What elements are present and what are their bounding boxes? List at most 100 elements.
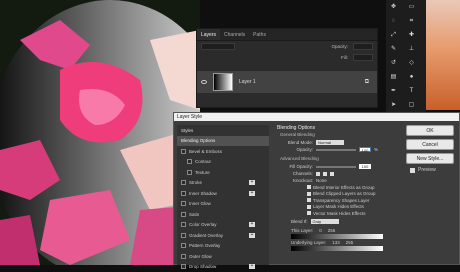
lasso-tool-icon[interactable]: ◌ <box>390 18 397 24</box>
channel-b-checkbox[interactable] <box>330 172 334 176</box>
style-item[interactable]: Bevel & Emboss <box>177 146 269 157</box>
knockout-row: Knockout: None <box>277 177 401 184</box>
new-style-button[interactable]: New Style... <box>406 153 454 164</box>
fill-opacity-slider[interactable] <box>316 166 356 168</box>
underlying-layer-gradient-slider[interactable] <box>291 246 383 251</box>
opacity-input[interactable]: 100 <box>359 147 371 152</box>
move-tool-icon[interactable]: ✥ <box>390 4 397 10</box>
fill-opacity-row: Fill Opacity: 100 <box>277 163 401 170</box>
tool-strip: ✥ ▭ ◌ ⌗ ⤢ ✚ ✎ ⊥ ↺ ◇ ▤ ● ✒ T ➤ ▢ <box>386 0 426 114</box>
styles-header[interactable]: Styles <box>177 125 269 136</box>
blend-mode-select[interactable]: Normal <box>316 140 344 145</box>
style-item[interactable]: Gradient Overlay+ <box>177 230 269 241</box>
layer-filter-kind[interactable] <box>201 43 235 50</box>
style-checkbox[interactable] <box>181 254 186 259</box>
style-item[interactable]: Drop Shadow + <box>177 262 269 272</box>
add-style-icon[interactable]: + <box>249 191 255 196</box>
channel-g-checkbox[interactable] <box>323 172 327 176</box>
tab-channels[interactable]: Channels <box>220 29 249 40</box>
cancel-button[interactable]: Cancel <box>406 139 454 150</box>
layer-fill-field[interactable] <box>353 54 373 61</box>
brush-tool-icon[interactable]: ✎ <box>390 46 397 52</box>
healing-tool-icon[interactable]: ✚ <box>408 32 415 38</box>
style-checkbox[interactable] <box>181 264 186 269</box>
style-checkbox[interactable] <box>181 180 186 185</box>
advanced-option-checkbox[interactable] <box>307 205 311 209</box>
blur-tool-icon[interactable]: ● <box>408 74 415 80</box>
advanced-option-label: Transparency Shapes Layer <box>313 198 369 203</box>
style-item[interactable]: Outer Glow <box>177 251 269 262</box>
style-checkbox[interactable] <box>187 170 192 175</box>
advanced-option-label: Vector Mask Hides Effects <box>313 211 365 216</box>
tab-layers[interactable]: Layers <box>197 29 220 40</box>
advanced-option-label: Blend Interior Effects as Group <box>313 185 374 190</box>
channel-r-checkbox[interactable] <box>316 172 320 176</box>
layers-filter-row: Opacity: <box>197 41 377 52</box>
this-layer-min: 0 <box>319 228 322 233</box>
style-checkbox[interactable] <box>187 159 192 164</box>
style-item[interactable]: Pattern Overlay <box>177 241 269 252</box>
channels-label: Channels: <box>283 171 313 176</box>
advanced-option-checkbox[interactable] <box>307 198 311 202</box>
style-checkbox[interactable] <box>181 212 186 217</box>
layer-effects-icon[interactable]: ⧉ <box>365 79 369 86</box>
gradient-tool-icon[interactable]: ▤ <box>390 74 397 80</box>
advanced-option-checkbox[interactable] <box>307 192 311 196</box>
this-layer-label: This Layer: <box>291 228 313 233</box>
crop-tool-icon[interactable]: ⌗ <box>408 18 415 24</box>
opacity-slider[interactable] <box>316 149 356 151</box>
style-checkbox[interactable] <box>181 243 186 248</box>
style-checkbox[interactable] <box>181 149 186 154</box>
layer-name[interactable]: Layer 1 <box>239 79 256 85</box>
layer-thumbnail <box>213 73 233 91</box>
add-style-icon[interactable]: + <box>249 264 255 269</box>
marquee-tool-icon[interactable]: ▭ <box>408 4 415 10</box>
dialog-title: Layer Style <box>174 113 459 121</box>
style-label: Blending Options <box>181 138 215 143</box>
general-blending-title: General Blending <box>277 132 401 139</box>
pen-tool-icon[interactable]: ✒ <box>390 88 397 94</box>
advanced-option-checkbox[interactable] <box>307 211 311 215</box>
stamp-tool-icon[interactable]: ⊥ <box>408 46 415 52</box>
style-checkbox[interactable] <box>181 201 186 206</box>
add-style-icon[interactable]: + <box>249 233 255 238</box>
layer-row[interactable]: Layer 1 ⧉ <box>197 71 377 93</box>
style-label: Drop Shadow <box>189 264 216 269</box>
underlying-layer-row: Underlying Layer: 133 255 <box>277 239 401 246</box>
dialog-buttons: OK Cancel New Style... Preview <box>406 125 458 173</box>
blend-if-select[interactable]: Gray <box>311 219 339 224</box>
shape-tool-icon[interactable]: ▢ <box>408 102 415 108</box>
style-checkbox[interactable] <box>181 191 186 196</box>
tab-paths[interactable]: Paths <box>249 29 270 40</box>
eraser-tool-icon[interactable]: ◇ <box>408 60 415 66</box>
preview-checkbox[interactable] <box>410 168 415 173</box>
style-item[interactable]: Inner Shadow+ <box>177 188 269 199</box>
style-item[interactable]: Contour <box>177 157 269 168</box>
style-checkbox[interactable] <box>181 222 186 227</box>
ok-button[interactable]: OK <box>406 125 454 136</box>
style-item[interactable]: Satin <box>177 209 269 220</box>
knockout-select[interactable]: None <box>316 178 327 183</box>
type-tool-icon[interactable]: T <box>408 88 415 94</box>
document-canvas[interactable] <box>0 0 200 265</box>
eye-icon[interactable] <box>201 80 207 84</box>
style-item[interactable]: Blending Options <box>177 136 269 147</box>
history-brush-icon[interactable]: ↺ <box>390 60 397 66</box>
style-item[interactable]: Color Overlay+ <box>177 220 269 231</box>
opacity-row: Opacity: 100 % <box>277 146 401 153</box>
path-select-icon[interactable]: ➤ <box>390 102 397 108</box>
fill-opacity-input[interactable]: 100 <box>359 164 371 169</box>
style-item[interactable]: Inner Glow <box>177 199 269 210</box>
rose-artwork <box>0 0 200 265</box>
style-item[interactable]: Texture <box>177 167 269 178</box>
style-label: Stroke <box>189 180 202 185</box>
style-checkbox[interactable] <box>181 233 186 238</box>
style-label: Contour <box>195 159 211 164</box>
layer-opacity-field[interactable] <box>353 43 373 50</box>
eyedropper-tool-icon[interactable]: ⤢ <box>390 32 397 38</box>
style-item[interactable]: Stroke + <box>177 178 269 189</box>
add-style-icon[interactable]: + <box>249 180 255 185</box>
advanced-option-checkbox[interactable] <box>307 185 311 189</box>
add-style-icon[interactable]: + <box>249 222 255 227</box>
preview-row: Preview <box>406 167 458 173</box>
